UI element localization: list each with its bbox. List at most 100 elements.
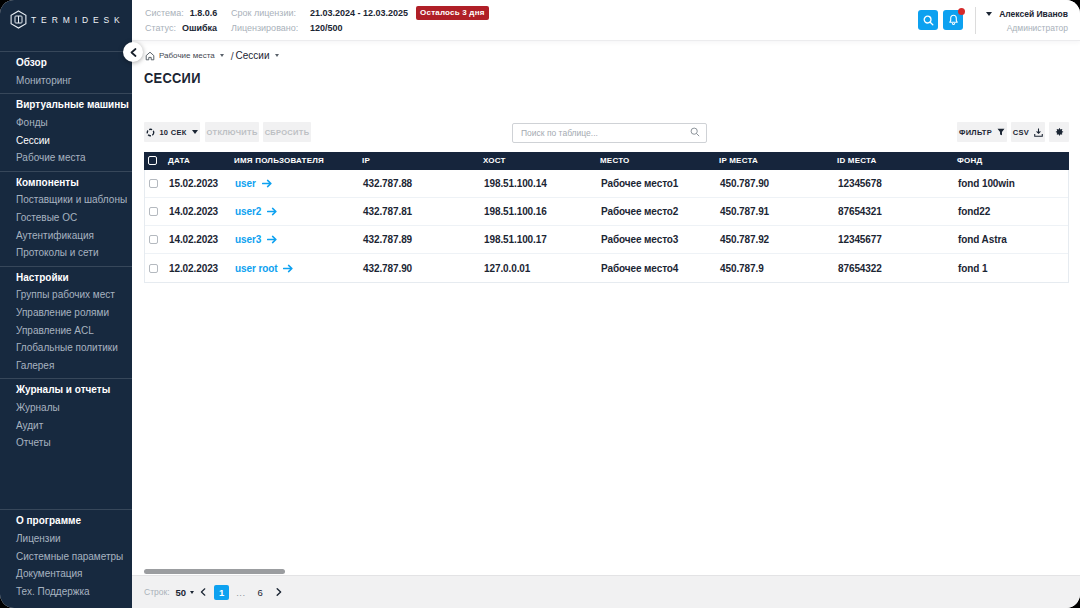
row-checkbox[interactable] [149, 264, 158, 273]
csv-export-button[interactable]: CSV [1011, 122, 1045, 142]
breadcrumb: Рабочие места / Сессии [145, 49, 279, 62]
column-header[interactable]: ДАТА [168, 156, 234, 165]
breadcrumb-current-caret-icon[interactable] [275, 54, 279, 57]
sidebar-item[interactable]: Сессии [0, 131, 132, 149]
rows-per-page-value[interactable]: 50 [176, 587, 187, 598]
sessions-table: ДАТАИМЯ ПОЛЬЗОВАТЕЛЯIPХОСТМЕСТОIP МЕСТАI… [144, 152, 1069, 283]
nav-section-header[interactable]: Виртуальные машины [0, 96, 132, 114]
horizontal-scrollbar-thumb[interactable] [144, 569, 285, 574]
current-page-button[interactable]: 1 [214, 585, 229, 600]
column-header[interactable]: ИМЯ ПОЛЬЗОВАТЕЛЯ [234, 156, 362, 165]
table-header: ДАТАИМЯ ПОЛЬЗОВАТЕЛЯIPХОСТМЕСТОIP МЕСТАI… [144, 152, 1069, 170]
row-checkbox[interactable] [149, 179, 158, 188]
global-search-button[interactable] [918, 10, 938, 30]
cell-place: Рабочее место4 [601, 263, 720, 274]
nav-section-header[interactable]: Обзор [0, 54, 132, 72]
previous-page-button[interactable] [196, 585, 210, 599]
breadcrumb-root-caret-icon[interactable] [220, 54, 224, 57]
cell-user-link[interactable]: user root [235, 263, 363, 274]
nav-section-header[interactable]: О программе [0, 512, 132, 530]
cell-user-link[interactable]: user [235, 178, 363, 189]
notifications-button[interactable] [943, 10, 963, 30]
breadcrumb-current[interactable]: Сессии [236, 50, 270, 61]
user-role: Администратор [986, 23, 1068, 33]
sidebar-item[interactable]: Журналы [0, 399, 132, 417]
column-header[interactable]: IP МЕСТА [719, 156, 837, 165]
sidebar-item[interactable]: Аутентификация [0, 226, 132, 244]
cell-fond: fond22 [958, 206, 1068, 217]
breadcrumb-separator: / [231, 50, 234, 62]
sidebar-item[interactable]: Управление ролями [0, 304, 132, 322]
filter-button[interactable]: ФИЛЬТР [957, 122, 1007, 142]
search-icon [923, 15, 934, 26]
toolbar-right: ФИЛЬТР CSV [957, 122, 1069, 142]
cell-user-link[interactable]: user2 [235, 206, 363, 217]
chevron-left-icon [130, 48, 137, 57]
home-icon[interactable] [145, 51, 155, 61]
sidebar-item[interactable]: Глобальные политики [0, 339, 132, 357]
sidebar-item[interactable]: Аудит [0, 416, 132, 434]
column-header[interactable]: ID МЕСТА [837, 156, 957, 165]
sidebar-item[interactable]: Группы рабочих мест [0, 286, 132, 304]
user-menu-caret-icon [986, 12, 992, 16]
licensed-label: Лицензировано: [231, 23, 310, 33]
page-title: СЕССИИ [144, 70, 201, 86]
status-label: Статус: [145, 23, 176, 33]
cell-place: Рабочее место1 [601, 178, 720, 189]
user-menu[interactable]: Алексей Иванов Администратор [986, 7, 1068, 33]
next-page-button[interactable] [272, 585, 286, 599]
cell-place: Рабочее место2 [601, 206, 720, 217]
sidebar-item[interactable]: Протоколы и сети [0, 244, 132, 262]
cell-date: 14.02.2023 [169, 206, 235, 217]
cell-user-link[interactable]: user3 [235, 234, 363, 245]
select-all-checkbox[interactable] [148, 156, 157, 165]
column-header[interactable]: МЕСТО [600, 156, 719, 165]
nav-section-header[interactable]: Компоненты [0, 174, 132, 192]
sidebar-item[interactable]: Системные параметры [0, 547, 132, 565]
sidebar-item[interactable]: Рабочие места [0, 149, 132, 167]
sidebar-collapse-button[interactable] [123, 42, 143, 62]
row-checkbox[interactable] [149, 235, 158, 244]
page-button[interactable]: 6 [253, 585, 268, 600]
table-settings-button[interactable] [1049, 122, 1069, 142]
cell-fond: fond 1 [958, 263, 1068, 274]
breadcrumb-root[interactable]: Рабочие места [159, 51, 215, 60]
arrow-right-icon [267, 207, 277, 216]
cell-ip: 432.787.81 [363, 206, 484, 217]
sidebar-item[interactable]: Поставщики и шаблоны [0, 191, 132, 209]
row-checkbox[interactable] [149, 207, 158, 216]
sidebar-item[interactable]: Отчеты [0, 434, 132, 452]
sidebar-item[interactable]: Документация [0, 565, 132, 583]
column-header[interactable]: ФОНД [957, 156, 1069, 165]
rows-per-page-caret-icon[interactable] [190, 591, 194, 594]
sidebar-item[interactable]: Гостевые ОС [0, 209, 132, 227]
nav-section: КомпонентыПоставщики и шаблоныГостевые О… [0, 171, 132, 266]
sidebar-item[interactable]: Лицензии [0, 530, 132, 548]
table-row: 14.02.2023user2432.787.81198.51.100.16Ра… [145, 198, 1068, 226]
sidebar-item[interactable]: Управление ACL [0, 321, 132, 339]
column-header[interactable]: ХОСТ [483, 156, 600, 165]
sidebar: TERMIDESK ОбзорМониторинг Виртуальные маш… [0, 0, 132, 608]
refresh-interval-button[interactable]: 10 СЕК [144, 122, 200, 142]
disconnect-button[interactable]: ОТКЛЮЧИТЬ [205, 122, 259, 142]
cell-ip: 432.787.88 [363, 178, 484, 189]
table-search-input[interactable] [512, 123, 707, 143]
sidebar-item[interactable]: Мониторинг [0, 72, 132, 90]
nav-section: О программеЛицензииСистемные параметрыДо… [0, 509, 132, 608]
brand-name: TERMIDESK [31, 15, 125, 25]
nav-section-header[interactable]: Настройки [0, 269, 132, 287]
arrow-right-icon [262, 179, 272, 188]
pagination: 1...6 [196, 585, 285, 600]
sidebar-item[interactable]: Галерея [0, 357, 132, 375]
cell-place-id: 12345678 [838, 178, 958, 189]
gear-icon [1054, 127, 1065, 138]
nav-section: Виртуальные машиныФондыСессииРабочие мес… [0, 93, 132, 170]
cell-ip: 432.787.89 [363, 234, 484, 245]
sidebar-item[interactable]: Тех. Поддержка [0, 582, 132, 600]
sidebar-item[interactable]: Фонды [0, 114, 132, 132]
nav-section-header[interactable]: Журналы и отчеты [0, 381, 132, 399]
column-header[interactable]: IP [362, 156, 483, 165]
user-name: Алексей Иванов [999, 9, 1068, 19]
reset-button[interactable]: СБРОСИТЬ [263, 122, 311, 142]
license-days-left-badge: Осталось 3 дня [416, 6, 488, 20]
